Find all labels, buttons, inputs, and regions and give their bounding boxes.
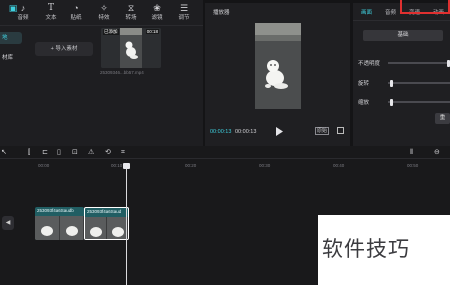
tick-label: 00:40 [333, 163, 345, 168]
reset-button[interactable]: 重 [435, 113, 450, 124]
toolbar-filter[interactable]: ❀ 滤镜 [144, 2, 170, 24]
transition-icon: ⧖ [127, 3, 135, 13]
opacity-slider[interactable] [388, 60, 450, 67]
tick-label: 00:00 [38, 163, 50, 168]
zoom-toggle-icon[interactable]: ⊖ [434, 149, 440, 156]
timeline-toolbar: ↖ ⫿ ⊏ ▯ ⊡ ⚠ ⟲ ⌗ ⦀ ⊖ [0, 146, 450, 159]
cursor-icon[interactable]: ↖ [1, 149, 7, 156]
toolbar-audio[interactable]: ♪ 音频 [10, 2, 36, 24]
rotate-slider-knob[interactable] [389, 80, 393, 87]
watermark-text: 软件技巧 [322, 237, 410, 261]
effects-icon: ✧ [100, 3, 108, 13]
sidebar-item-library[interactable]: 材库 [0, 52, 22, 64]
video-editor-window: ▣ ♪ 音频 T 文本 ◔ 贴纸 ✧ 特效 ⧖ 转场 ❀ 滤镜 ☰ 调节 地 材… [0, 0, 450, 285]
media-filename: 25309346...bb57.mp4 [100, 70, 144, 75]
delete-left-icon[interactable]: ⊏ [42, 149, 48, 156]
video-preview[interactable] [255, 23, 301, 109]
tick-label: 00:50 [407, 163, 419, 168]
scale-slider-knob[interactable] [389, 99, 393, 106]
fullscreen-icon[interactable] [337, 127, 344, 134]
toolbar-effects[interactable]: ✧ 特效 [91, 2, 117, 24]
tab-audio[interactable]: 音频 [385, 8, 396, 16]
player-panel: 播放器 00:00:13 00:00:13 原始 [205, 3, 350, 146]
toolbar-transition[interactable]: ⧖ 转场 [118, 2, 144, 24]
crop-icon[interactable]: ⌗ [121, 149, 125, 156]
properties-panel: 画面 音频 变速 动画 基础 不透明度 旋转 缩放 重 [353, 3, 450, 146]
split-icon[interactable]: ⫿ [28, 149, 30, 156]
timeline-clip-selected[interactable]: 253093f4a6Saud [84, 207, 129, 240]
play-icon[interactable] [275, 127, 283, 136]
toolbar-sticker[interactable]: ◔ 贴纸 [63, 2, 89, 24]
toolbar-text[interactable]: T 文本 [38, 2, 64, 24]
timeline-clip[interactable]: 253093f4a6Saudb [35, 207, 84, 240]
import-media-button[interactable]: + 导入素材 [35, 42, 93, 56]
aspect-ratio-button[interactable]: 原始 [315, 127, 330, 135]
scale-slider[interactable] [388, 99, 450, 106]
current-timecode: 00:00:13 [210, 129, 232, 135]
dog-preview-image [255, 23, 301, 109]
track-audio-toggle-icon[interactable]: ◀ [2, 216, 14, 230]
basic-subtab[interactable]: 基础 [363, 30, 443, 41]
scale-label: 缩放 [358, 100, 370, 106]
audio-icon: ♪ [20, 3, 26, 13]
sticker-icon: ◔ [73, 3, 79, 13]
divider [0, 25, 203, 26]
adjust-icon: ☰ [179, 3, 189, 13]
warning-icon[interactable]: ⚠ [88, 149, 94, 156]
clip-filmstrip [35, 216, 84, 240]
divider [353, 20, 450, 21]
media-thumbnail[interactable]: 已添加 00:18 [101, 28, 161, 68]
freeze-icon[interactable]: ⊡ [72, 149, 78, 156]
toolbar-adjust[interactable]: ☰ 调节 [171, 2, 197, 24]
rotate-icon[interactable]: ⟲ [105, 149, 111, 156]
highlight-annotation [400, 0, 450, 14]
filter-icon: ❀ [153, 3, 161, 13]
clip-filmstrip [85, 217, 128, 239]
magnet-icon[interactable]: ⦀ [410, 149, 413, 156]
total-timecode: 00:00:13 [235, 129, 257, 135]
rotate-label: 旋转 [358, 81, 370, 87]
playhead[interactable] [126, 164, 127, 285]
added-badge: 已添加 [103, 29, 119, 35]
rotate-slider[interactable] [388, 80, 450, 87]
delete-icon[interactable]: ▯ [57, 149, 61, 156]
tick-label: 00:20 [185, 163, 197, 168]
player-title: 播放器 [213, 10, 230, 16]
text-icon: T [47, 3, 54, 13]
media-panel: ▣ ♪ 音频 T 文本 ◔ 贴纸 ✧ 特效 ⧖ 转场 ❀ 滤镜 ☰ 调节 地 材… [0, 0, 203, 146]
tick-label: 00:30 [259, 163, 271, 168]
sidebar-item-local[interactable]: 地 [0, 32, 22, 44]
time-ruler[interactable] [0, 161, 450, 171]
playhead-handle[interactable] [123, 163, 130, 169]
opacity-label: 不透明度 [358, 61, 381, 67]
duration-badge: 00:18 [145, 29, 159, 34]
tick-label: 00:10 [111, 163, 123, 168]
clip-name: 253093f4a6Saudb [37, 208, 74, 213]
clip-name: 253093f4a6Saud [87, 209, 122, 214]
tab-picture[interactable]: 画面 [361, 8, 372, 16]
